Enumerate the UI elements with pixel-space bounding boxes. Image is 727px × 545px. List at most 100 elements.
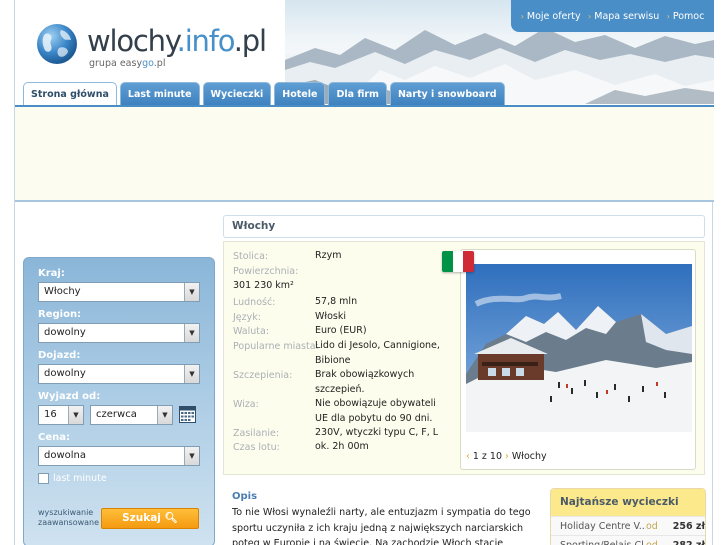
- trip-name: Holiday Centre V...: [560, 521, 646, 532]
- price-select[interactable]: dowolna ▼: [38, 446, 200, 466]
- trip-row[interactable]: Holiday Centre V... od 256 zł: [551, 516, 705, 535]
- flag-stripe-green: [442, 251, 453, 272]
- advanced-search-line2: zaawansowane: [38, 518, 100, 527]
- fact-value-vaccinations: Brak obowiązkowych szczepień.: [315, 369, 415, 395]
- month-select-value: czerwca: [96, 409, 137, 420]
- departure-date-row: 16 ▼ czerwca ▼: [38, 405, 200, 425]
- top-link-label: Moje oferty: [526, 10, 581, 22]
- advanced-search-link[interactable]: wyszukiwanie zaawansowane: [38, 508, 99, 528]
- top-link-help[interactable]: › Pomoc: [667, 11, 705, 22]
- fact-label-area: Powierzchnia:: [233, 266, 299, 277]
- fact-label-cities: Popularne miasta:: [233, 341, 319, 352]
- departure-label: Wyjazd od:: [38, 391, 101, 402]
- gallery-photo[interactable]: [466, 264, 692, 432]
- trip-price: 256 zł: [672, 521, 705, 532]
- cheapest-trips-title: Najtańsze wycieczki: [551, 489, 705, 516]
- fact-value-currency: Euro (EUR): [315, 325, 367, 336]
- tab-business[interactable]: Dla firm: [328, 82, 387, 105]
- photo-navigation: ‹ 1 z 10 › Włochy: [466, 451, 547, 462]
- dropdown-arrow-icon: ▼: [184, 365, 199, 383]
- next-photo-icon[interactable]: ›: [505, 451, 509, 462]
- dropdown-arrow-icon: ▼: [184, 324, 199, 342]
- fact-label-visa: Wiza:: [233, 399, 259, 410]
- tagline: grupa easygo.pl: [89, 58, 165, 69]
- site-name[interactable]: wlochy.info.pl: [87, 24, 267, 58]
- chevron-right-icon: ›: [588, 11, 592, 21]
- transport-select-value: dowolny: [44, 368, 86, 379]
- prev-photo-icon[interactable]: ‹: [466, 451, 470, 462]
- trip-name: Sporting/Relais Cl...: [560, 536, 646, 545]
- tagline-go: go: [142, 58, 154, 69]
- chevron-right-icon: ›: [520, 11, 524, 21]
- site-name-left: wlochy: [87, 24, 178, 58]
- dropdown-arrow-icon: ▼: [184, 283, 199, 301]
- country-info-box: Stolica: Rzym Powierzchnia: 301 230 km² …: [223, 241, 705, 475]
- photo-gallery: ‹ 1 z 10 › Włochy: [442, 249, 696, 470]
- month-select[interactable]: czerwca ▼: [90, 405, 173, 425]
- fact-value-visa: Nie obowiązuje obywateli UE dla pobytu d…: [315, 398, 436, 424]
- advanced-search-line1: wyszukiwanie: [38, 508, 94, 517]
- price-label: Cena:: [38, 432, 70, 443]
- tagline-suffix: .pl: [153, 58, 166, 69]
- italy-flag-icon: [442, 251, 474, 272]
- fact-label-power: Zasilanie:: [233, 428, 280, 439]
- tab-trips[interactable]: Wycieczki: [202, 82, 272, 105]
- fact-value-flight-time: ok. 2h 00m: [315, 441, 369, 452]
- globe-logo-icon: [37, 24, 77, 64]
- tab-hotels[interactable]: Hotele: [274, 82, 326, 105]
- fact-label-flight-time: Czas lotu:: [233, 442, 280, 453]
- fact-label-vaccinations: Szczepienia:: [233, 370, 293, 381]
- photo-caption: Włochy: [511, 451, 547, 462]
- flag-stripe-red: [463, 251, 474, 272]
- price-select-value: dowolna: [44, 450, 87, 461]
- photo-counter: 1 z 10: [472, 451, 503, 462]
- fact-label-currency: Waluta:: [233, 326, 270, 337]
- fact-value-cities: Lido di Jesolo, Cannigione, Bibione: [315, 340, 440, 366]
- region-select[interactable]: dowolny ▼: [38, 323, 200, 343]
- top-link-label: Pomoc: [672, 10, 705, 22]
- tagline-prefix: grupa easy: [89, 58, 143, 69]
- top-link-site-map[interactable]: › Mapa serwisu: [588, 11, 659, 22]
- flag-stripe-white: [452, 251, 464, 272]
- calendar-icon[interactable]: [179, 406, 196, 423]
- trip-row[interactable]: Sporting/Relais Cl... od 282 zł: [551, 535, 705, 545]
- trip-from: od: [646, 521, 658, 532]
- cheapest-trips-box: Najtańsze wycieczki Holiday Centre V... …: [550, 488, 706, 545]
- top-link-my-offers[interactable]: › Moje oferty: [521, 11, 581, 22]
- tab-last-minute[interactable]: Last minute: [119, 82, 200, 105]
- dropdown-arrow-icon: ▼: [184, 447, 199, 465]
- fact-label-language: Język:: [233, 312, 261, 323]
- tab-home[interactable]: Strona główna: [23, 82, 117, 105]
- ad-banner-area: [15, 105, 714, 202]
- dropdown-arrow-icon: ▼: [157, 406, 172, 424]
- fact-label-population: Ludność:: [233, 297, 276, 308]
- last-minute-label: last minute: [53, 473, 107, 484]
- fact-value-power: 230V, wtyczki typu C, F, L: [315, 427, 439, 438]
- transport-select[interactable]: dowolny ▼: [38, 364, 200, 384]
- page-frame: wlochy.info.pl grupa easygo.pl › Moje ofe…: [14, 0, 714, 545]
- search-icon: 🔍︎: [164, 512, 178, 524]
- trip-price: 282 zł: [671, 536, 705, 545]
- search-panel: Kraj: Włochy ▼ Region: dowolny ▼ Dojazd: d…: [23, 257, 215, 545]
- country-select[interactable]: Włochy ▼: [38, 282, 200, 302]
- fact-value-area: 301 230 km²: [233, 280, 294, 291]
- country-label: Kraj:: [38, 268, 65, 279]
- site-name-right: .pl: [233, 24, 267, 58]
- fact-value-language: Włoski: [315, 311, 346, 322]
- description-title: Opis: [232, 491, 258, 502]
- last-minute-option: last minute: [38, 473, 200, 484]
- top-links: › Moje oferty › Mapa serwisu › Pomoc: [511, 0, 714, 32]
- site-name-mid: .info: [176, 24, 235, 58]
- fact-value-population: 57,8 mln: [315, 296, 358, 307]
- day-select-value: 16: [44, 409, 57, 420]
- chevron-right-icon: ›: [666, 11, 670, 21]
- day-select[interactable]: 16 ▼: [38, 405, 84, 425]
- transport-label: Dojazd:: [38, 350, 81, 361]
- region-select-value: dowolny: [44, 327, 86, 338]
- description-text: To nie Włosi wynaleźli narty, ale entuzj…: [232, 507, 531, 545]
- search-button[interactable]: Szukaj 🔍︎: [101, 508, 199, 529]
- tab-ski[interactable]: Narty i snowboard: [389, 82, 505, 105]
- region-label: Region:: [38, 309, 82, 320]
- last-minute-checkbox[interactable]: [38, 473, 49, 484]
- search-button-label: Szukaj: [122, 512, 161, 524]
